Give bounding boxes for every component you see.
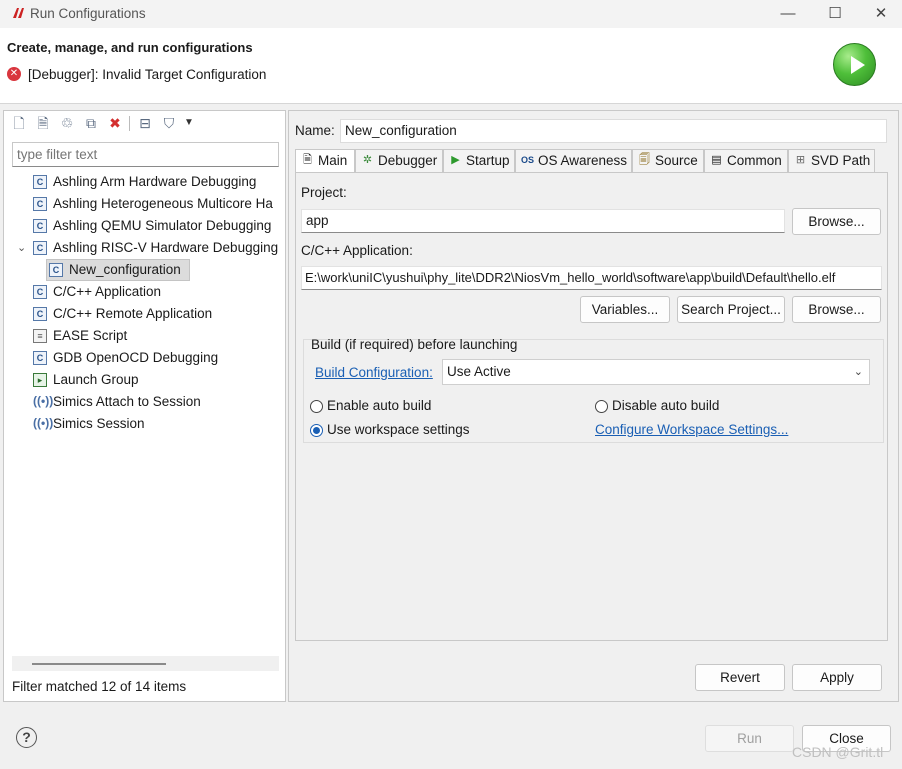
new-prototype-icon[interactable]: 🗎: [34, 114, 52, 132]
horizontal-scrollbar[interactable]: [12, 656, 279, 671]
new-configuration-icon[interactable]: 🗋: [10, 114, 28, 132]
run-button[interactable]: Run: [705, 725, 794, 752]
export-icon[interactable]: ♲: [58, 114, 76, 132]
c-config-icon: C: [33, 241, 47, 255]
dialog-heading: Create, manage, and run configurations: [7, 40, 253, 55]
error-message: [Debugger]: Invalid Target Configuration: [28, 67, 267, 82]
browse-project-button[interactable]: Browse...: [792, 208, 881, 235]
help-icon[interactable]: ?: [16, 727, 37, 748]
play-icon: ▶: [451, 154, 460, 166]
enable-auto-build-label: Enable auto build: [327, 398, 432, 413]
c-config-icon: C: [33, 351, 47, 365]
use-workspace-settings-radio[interactable]: [310, 424, 323, 437]
browse-application-button[interactable]: Browse...: [792, 296, 881, 323]
title-bar: Run Configurations — ☐ ✕: [0, 0, 902, 28]
enable-auto-build-radio[interactable]: [310, 400, 323, 413]
chevron-down-icon: ⌄: [853, 366, 863, 378]
error-icon: ✕: [7, 67, 21, 81]
tab-svd-path[interactable]: ⊞ SVD Path: [788, 149, 875, 172]
filter-icon[interactable]: ⛉: [160, 114, 178, 132]
c-config-icon: C: [33, 175, 47, 189]
duplicate-icon[interactable]: ⧉: [82, 114, 100, 132]
expand-chevron-icon[interactable]: ⌄: [17, 237, 26, 259]
application-field[interactable]: E:\work\uniIC\yushui\phy_lite\DDR2\NiosV…: [301, 266, 882, 290]
delete-icon[interactable]: ✖: [106, 114, 124, 132]
minimize-button[interactable]: —: [776, 3, 800, 25]
os-icon: OS: [521, 155, 535, 165]
build-group: Build (if required) before launching Bui…: [303, 337, 884, 443]
search-project-button[interactable]: Search Project...: [677, 296, 785, 323]
script-icon: ≡: [33, 329, 47, 343]
tab-os-awareness[interactable]: OS OS Awareness: [515, 149, 632, 172]
build-configuration-link[interactable]: Build Configuration:: [315, 365, 433, 380]
project-label: Project:: [301, 185, 347, 200]
svd-tree-icon: ⊞: [795, 154, 806, 166]
filter-status: Filter matched 12 of 14 items: [12, 679, 187, 694]
c-config-icon: C: [33, 285, 47, 299]
c-config-icon: C: [49, 263, 63, 277]
project-field[interactable]: app: [301, 209, 785, 233]
collapse-all-icon[interactable]: ⊟: [136, 114, 154, 132]
dialog-header: Create, manage, and run configurations ✕…: [0, 28, 902, 104]
tab-startup[interactable]: ▶ Startup: [443, 149, 515, 172]
c-config-icon: C: [33, 307, 47, 321]
apply-button[interactable]: Apply: [792, 664, 882, 691]
common-icon: ▤: [711, 154, 722, 166]
main-tab-content: Project: app Browse... C/C++ Application…: [295, 172, 888, 641]
configuration-editor-pane: Name: New_configuration 🗎 Main ✲ Debugger …: [288, 110, 899, 702]
maximize-button[interactable]: ☐: [823, 3, 847, 25]
simics-icon: ((•)): [33, 394, 54, 408]
c-config-icon: C: [33, 197, 47, 211]
name-field[interactable]: New_configuration: [340, 119, 887, 143]
window-title: Run Configurations: [30, 6, 146, 21]
tab-source[interactable]: 🗐 Source: [632, 149, 704, 172]
run-banner-icon: [833, 43, 876, 86]
variables-button[interactable]: Variables...: [580, 296, 670, 323]
disable-auto-build-label: Disable auto build: [612, 398, 720, 413]
main-tab-icon: 🗎: [303, 154, 312, 166]
scrollbar-thumb[interactable]: [32, 663, 166, 665]
app-logo-icon: [13, 8, 24, 18]
application-label: C/C++ Application:: [301, 243, 413, 258]
tab-main[interactable]: 🗎 Main: [295, 149, 355, 173]
tab-debugger[interactable]: ✲ Debugger: [355, 149, 443, 172]
configure-workspace-link[interactable]: Configure Workspace Settings...: [595, 422, 788, 437]
bug-icon: ✲: [362, 154, 373, 166]
filter-input[interactable]: [12, 142, 279, 167]
c-config-icon: C: [33, 219, 47, 233]
launch-group-icon: ▸: [33, 373, 47, 387]
build-configuration-select[interactable]: Use Active ⌄: [442, 359, 870, 385]
configuration-tree-pane: 🗋 🗎 ♲ ⧉ ✖ ⊟ ⛉ ▼ C Ashling Arm Hardware D…: [3, 110, 286, 702]
simics-icon: ((•)): [33, 416, 54, 430]
view-menu-chevron-icon[interactable]: ▼: [180, 114, 198, 132]
source-icon: 🗐: [639, 154, 650, 166]
close-window-button[interactable]: ✕: [869, 3, 893, 25]
revert-button[interactable]: Revert: [695, 664, 785, 691]
tab-common[interactable]: ▤ Common: [704, 149, 788, 172]
watermark: CSDN @Grit.tl: [792, 744, 884, 760]
disable-auto-build-radio[interactable]: [595, 400, 608, 413]
tab-bar: 🗎 Main ✲ Debugger ▶ Startup OS OS Awareness …: [295, 149, 887, 173]
name-label: Name:: [295, 123, 335, 138]
build-group-title: Build (if required) before launching: [311, 337, 518, 352]
use-workspace-settings-label: Use workspace settings: [327, 422, 470, 437]
toolbar-separator: [129, 116, 130, 131]
